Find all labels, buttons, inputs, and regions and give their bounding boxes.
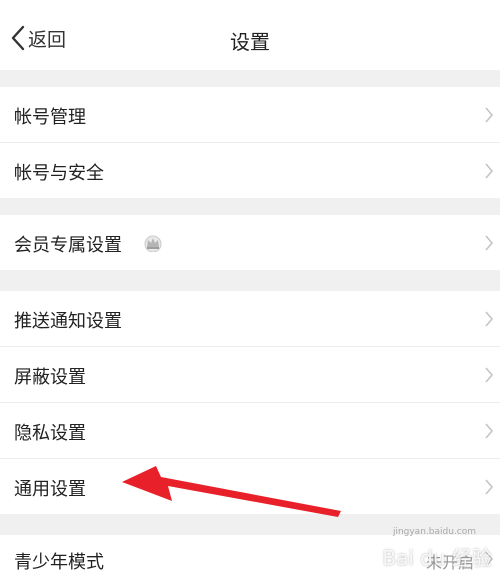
settings-item-privacy[interactable]: 隐私设置	[0, 403, 500, 458]
nav-bar: 返回 设置	[0, 0, 500, 70]
chevron-right-icon	[485, 367, 494, 383]
chevron-right-icon	[485, 551, 494, 567]
settings-item-account-management[interactable]: 帐号管理	[0, 87, 500, 142]
settings-item-account-security[interactable]: 帐号与安全	[0, 143, 500, 198]
section-gap	[0, 198, 500, 215]
page-title: 设置	[230, 30, 270, 54]
settings-item-label: 隐私设置	[14, 423, 86, 444]
crown-icon	[144, 235, 162, 252]
settings-item-general[interactable]: 通用设置	[0, 459, 500, 514]
chevron-right-icon	[485, 107, 494, 123]
settings-item-block[interactable]: 屏蔽设置	[0, 347, 500, 402]
settings-item-label: 推送通知设置	[14, 311, 122, 332]
settings-item-push-notification[interactable]: 推送通知设置	[0, 291, 500, 346]
chevron-right-icon	[485, 235, 494, 251]
settings-item-teen-mode[interactable]: 青少年模式 未开启	[0, 535, 500, 581]
chevron-right-icon	[485, 423, 494, 439]
settings-item-label: 帐号管理	[14, 107, 86, 128]
settings-item-vip[interactable]: 会员专属设置	[0, 215, 500, 270]
settings-item-label: 青少年模式	[14, 552, 104, 573]
settings-item-label: 会员专属设置	[14, 235, 122, 256]
chevron-right-icon	[485, 479, 494, 495]
chevron-right-icon	[485, 311, 494, 327]
teen-mode-status: 未开启	[425, 553, 474, 572]
section-gap	[0, 514, 500, 535]
section-gap	[0, 270, 500, 291]
chevron-right-icon	[485, 163, 494, 179]
settings-item-label: 帐号与安全	[14, 163, 104, 184]
settings-item-label: 通用设置	[14, 479, 86, 500]
settings-item-label: 屏蔽设置	[14, 367, 86, 388]
section-gap	[0, 70, 500, 87]
